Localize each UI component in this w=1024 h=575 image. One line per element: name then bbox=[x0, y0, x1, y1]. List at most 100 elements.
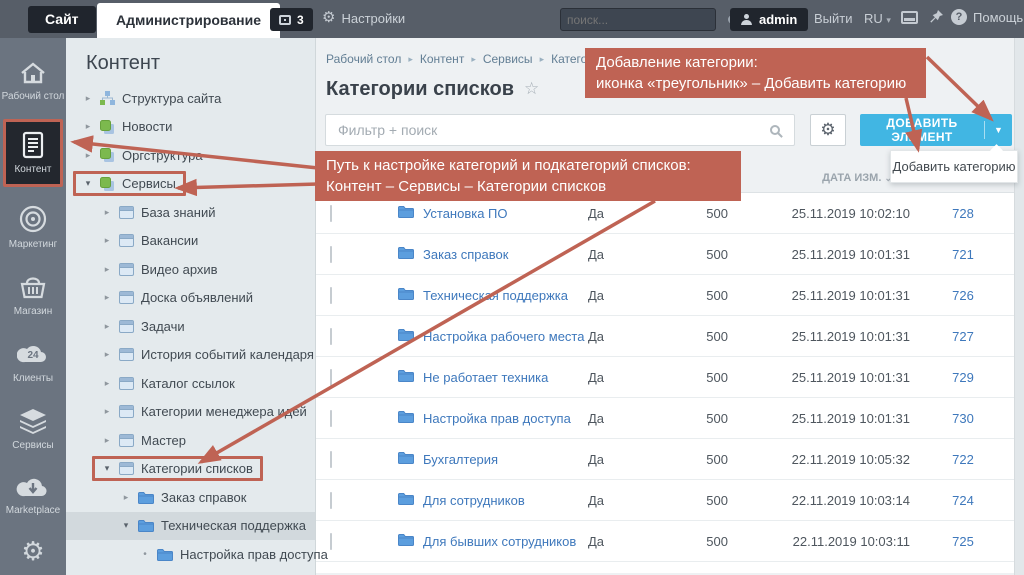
sidebar-item-desktop[interactable]: Рабочий стол bbox=[0, 54, 66, 108]
expand-arrow-icon[interactable]: ▸ bbox=[102, 292, 112, 303]
sidebar-item-marketing[interactable]: Маркетинг bbox=[0, 198, 66, 256]
search-icon[interactable] bbox=[770, 125, 780, 135]
tree-item[interactable]: ▸ Заказ справок bbox=[66, 483, 315, 512]
category-link[interactable]: Техническая поддержка bbox=[423, 288, 568, 303]
tree-item[interactable]: ▸ Задачи bbox=[66, 312, 315, 341]
tree-item-label[interactable]: Видео архив bbox=[141, 262, 218, 277]
row-checkbox[interactable] bbox=[330, 492, 332, 509]
row-checkbox[interactable] bbox=[330, 328, 332, 345]
sidebar-item-shop[interactable]: Магазин bbox=[0, 267, 66, 323]
tree-item-label[interactable]: Техническая поддержка bbox=[161, 518, 306, 533]
cell-id-link[interactable]: 722 bbox=[918, 452, 1008, 467]
cell-id-link[interactable]: 730 bbox=[918, 411, 1008, 426]
tree-item-label[interactable]: Вакансии bbox=[141, 233, 198, 248]
cell-id-link[interactable]: 729 bbox=[918, 370, 1008, 385]
category-link[interactable]: Заказ справок bbox=[423, 247, 508, 262]
cell-id-link[interactable]: 726 bbox=[918, 288, 1008, 303]
expand-arrow-icon[interactable]: ▸ bbox=[83, 93, 93, 104]
tree-item-label[interactable]: Доска объявлений bbox=[141, 290, 253, 305]
cell-id-link[interactable]: 727 bbox=[918, 329, 1008, 344]
sidebar-item-marketplace[interactable]: Marketplace bbox=[0, 468, 66, 522]
row-checkbox[interactable] bbox=[330, 246, 332, 263]
expand-arrow-icon[interactable]: ▸ bbox=[102, 321, 112, 332]
settings-button[interactable]: ⚙ Настройки bbox=[322, 9, 405, 27]
tree-item[interactable]: ▸ Каталог ссылок bbox=[66, 369, 315, 398]
row-checkbox[interactable] bbox=[330, 410, 332, 427]
row-checkbox[interactable] bbox=[330, 451, 332, 468]
breadcrumb-item[interactable]: Рабочий стол bbox=[326, 52, 401, 66]
tree-item[interactable]: ▸ История событий календаря bbox=[66, 341, 315, 370]
tree-item[interactable]: ▾ Категории списков bbox=[66, 455, 315, 484]
tree-item[interactable]: ▸ Доска объявлений bbox=[66, 284, 315, 313]
cell-id-link[interactable]: 721 bbox=[918, 247, 1008, 262]
category-link[interactable]: Установка ПО bbox=[423, 206, 508, 221]
cell-id-link[interactable]: 728 bbox=[918, 206, 1008, 221]
expand-arrow-icon[interactable]: ▸ bbox=[102, 349, 112, 360]
sidebar-item-services[interactable]: Сервисы bbox=[0, 401, 66, 457]
tree-item-label[interactable]: Структура сайта bbox=[122, 91, 221, 106]
tree-item[interactable]: ▸ Вакансии bbox=[66, 227, 315, 256]
expand-arrow-icon[interactable]: ▸ bbox=[102, 264, 112, 275]
tree-item-label[interactable]: Заказ справок bbox=[161, 490, 246, 505]
filter-search[interactable] bbox=[325, 114, 795, 146]
category-link[interactable]: Настройка рабочего места bbox=[423, 329, 584, 344]
collapse-arrow-icon[interactable]: ▾ bbox=[121, 520, 131, 531]
help-button[interactable]: ? Помощь bbox=[951, 9, 1023, 25]
tree-item-label[interactable]: История событий календаря bbox=[141, 347, 314, 362]
scrollbar[interactable] bbox=[1014, 38, 1024, 575]
sidebar-item-content[interactable]: Контент bbox=[3, 119, 63, 187]
favorite-star-icon[interactable]: ☆ bbox=[524, 79, 539, 99]
tree-item[interactable]: ▸ Видео архив bbox=[66, 255, 315, 284]
tree-item-label[interactable]: Каталог ссылок bbox=[141, 376, 235, 391]
tree-item-label[interactable]: Сервисы bbox=[122, 176, 176, 191]
add-element-dropdown-caret[interactable]: ▼ bbox=[984, 121, 1012, 139]
category-link[interactable]: Для бывших сотрудников bbox=[423, 534, 576, 549]
language-selector[interactable]: RU ▾ bbox=[864, 11, 891, 26]
filter-search-input[interactable] bbox=[326, 122, 770, 138]
notifications-button[interactable]: 3 bbox=[270, 8, 313, 31]
tree-item[interactable]: ▸ Новости bbox=[66, 113, 315, 142]
category-link[interactable]: Бухгалтерия bbox=[423, 452, 498, 467]
user-button[interactable]: admin bbox=[730, 8, 808, 31]
tree-item[interactable]: ▸ Оргструктура bbox=[66, 141, 315, 170]
expand-arrow-icon[interactable]: ▸ bbox=[83, 150, 93, 161]
collapse-arrow-icon[interactable]: ▾ bbox=[102, 463, 112, 474]
expand-arrow-icon[interactable]: ▸ bbox=[102, 235, 112, 246]
row-checkbox[interactable] bbox=[330, 205, 332, 222]
tree-item[interactable]: ▾ Сервисы bbox=[66, 170, 315, 199]
sidebar-settings-gear-icon[interactable]: ⚙ bbox=[21, 537, 44, 565]
tree-item-label[interactable]: База знаний bbox=[141, 205, 216, 220]
expand-arrow-icon[interactable]: ▸ bbox=[102, 207, 112, 218]
collapse-arrow-icon[interactable]: ▾ bbox=[83, 178, 93, 189]
tree-item[interactable]: •Настройка прав доступа bbox=[66, 540, 315, 569]
tree-item-label[interactable]: Задачи bbox=[141, 319, 185, 334]
tree-item-label[interactable]: Новости bbox=[122, 119, 172, 134]
tab-administration[interactable]: Администрирование bbox=[97, 3, 280, 38]
category-link[interactable]: Для сотрудников bbox=[423, 493, 525, 508]
tree-item[interactable]: ▸ База знаний bbox=[66, 198, 315, 227]
expand-arrow-icon[interactable]: ▸ bbox=[102, 378, 112, 389]
cell-id-link[interactable]: 724 bbox=[918, 493, 1008, 508]
tree-item-label[interactable]: Категории менеджера идей bbox=[141, 404, 307, 419]
tree-item[interactable]: ▸Мастер bbox=[66, 426, 315, 455]
tree-item[interactable]: ▸ Структура сайта bbox=[66, 84, 315, 113]
desktop-view-icon[interactable] bbox=[901, 11, 918, 24]
category-link[interactable]: Не работает техника bbox=[423, 370, 548, 385]
grid-settings-button[interactable]: ⚙ bbox=[810, 114, 846, 146]
topbar-search[interactable] bbox=[560, 8, 716, 31]
tree-item-label[interactable]: Мастер bbox=[141, 433, 186, 448]
expand-arrow-icon[interactable]: ▸ bbox=[121, 492, 131, 503]
tab-site[interactable]: Сайт bbox=[28, 6, 96, 33]
topbar-search-input[interactable] bbox=[561, 13, 728, 27]
tree-item[interactable]: ▾ Техническая поддержка bbox=[66, 512, 315, 541]
tree-item-label[interactable]: Категории списков bbox=[141, 461, 253, 476]
row-checkbox[interactable] bbox=[330, 369, 332, 386]
row-checkbox[interactable] bbox=[330, 287, 332, 304]
expand-arrow-icon[interactable]: ▸ bbox=[83, 121, 93, 132]
menu-item-add-category[interactable]: Добавить категорию bbox=[893, 159, 1016, 174]
sidebar-item-clients[interactable]: 24 Клиенты bbox=[0, 334, 66, 390]
category-link[interactable]: Настройка прав доступа bbox=[423, 411, 571, 426]
tree-item-label[interactable]: Оргструктура bbox=[122, 148, 203, 163]
logout-link[interactable]: Выйти bbox=[814, 11, 853, 26]
expand-arrow-icon[interactable]: ▸ bbox=[102, 406, 112, 417]
